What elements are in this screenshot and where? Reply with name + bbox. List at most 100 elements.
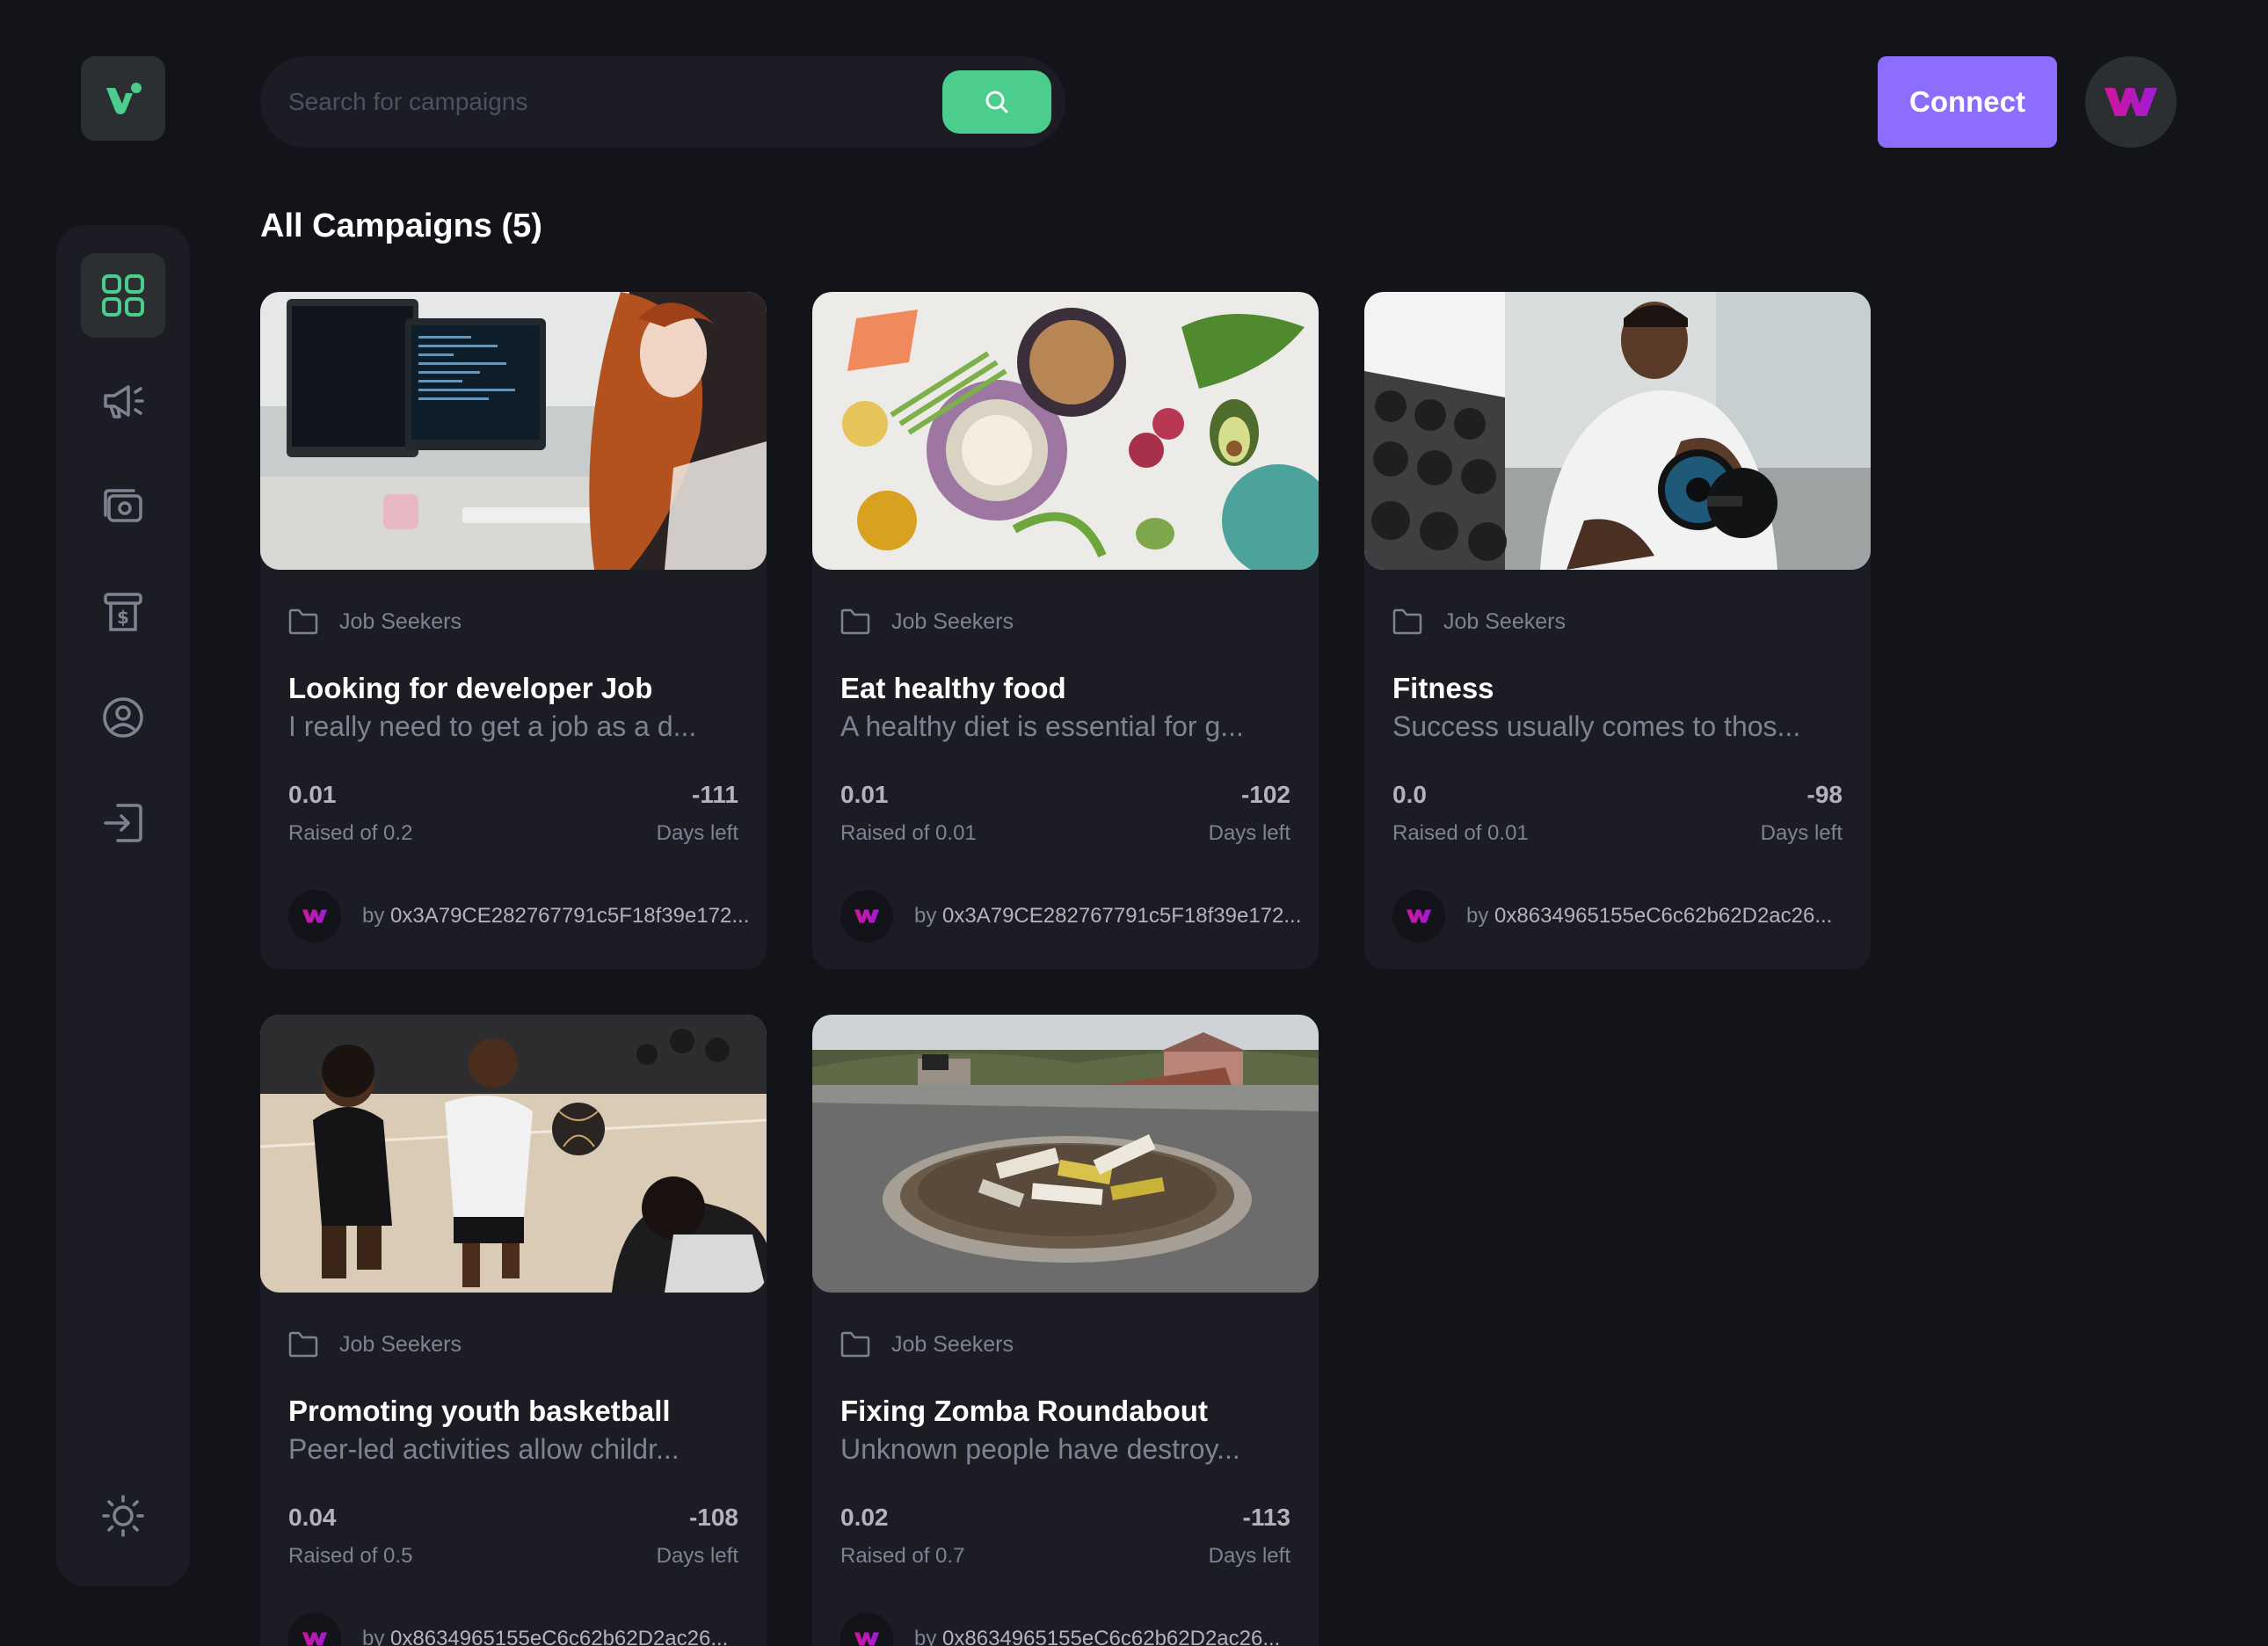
owner-row: by 0x3A79CE282767791c5F18f39e172... — [840, 890, 1301, 943]
connect-wallet-button[interactable]: Connect — [1878, 56, 2057, 148]
withdraw-money-icon: $ — [104, 593, 142, 631]
raised-amount: 0.01 — [840, 781, 889, 808]
svg-text:$: $ — [117, 607, 129, 628]
campaign-image — [1364, 292, 1871, 570]
folder-icon — [1392, 608, 1422, 635]
wallet-camera-icon — [104, 489, 142, 522]
owner-avatar — [840, 890, 893, 943]
folder-icon — [840, 608, 870, 635]
category-label: Job Seekers — [339, 608, 462, 634]
card-body: Job Seekers Eat healthy food A healthy d… — [812, 570, 1319, 969]
folder-icon — [288, 608, 318, 635]
campaign-image — [812, 292, 1319, 570]
category-label: Job Seekers — [891, 1331, 1014, 1357]
campaign-title: Fitness — [1392, 672, 1494, 704]
campaign-description: I really need to get a job as a d... — [288, 710, 697, 742]
app-root: $ Search for campaigns Connect All Campa… — [0, 0, 2268, 1646]
days-left-value: -111 — [692, 781, 738, 808]
folder-icon — [840, 1331, 870, 1358]
campaign-card[interactable]: Job Seekers Eat healthy food A healthy d… — [812, 292, 1319, 969]
days-left-label: Days left — [1208, 1544, 1290, 1568]
campaign-card[interactable]: Job Seekers Promoting youth basketball P… — [260, 1015, 767, 1646]
days-left-label: Days left — [1208, 821, 1290, 845]
campaign-title: Eat healthy food — [840, 672, 1066, 704]
search-bar — [260, 56, 1065, 148]
campaign-card[interactable]: Job Seekers Fixing Zomba Roundabout Unkn… — [812, 1015, 1319, 1646]
campaign-image — [260, 292, 767, 570]
dashboard-grid-icon — [102, 274, 144, 317]
search-icon — [985, 91, 1008, 113]
category-row: Job Seekers — [1392, 608, 1566, 635]
category-label: Job Seekers — [1443, 608, 1566, 634]
category-row: Job Seekers — [288, 608, 462, 635]
days-stat: -113 Days left — [1209, 1504, 1290, 1569]
raised-amount: 0.0 — [1392, 781, 1427, 808]
campaign-card[interactable]: Job Seekers Fitness Success usually come… — [1364, 292, 1871, 969]
brand-w-logo-icon — [2104, 88, 2157, 116]
days-left-label: Days left — [656, 821, 738, 845]
owner-text: by 0x8634965155eC6c62b62D2ac26... — [914, 1627, 1280, 1646]
raised-label: Raised of 0.01 — [1392, 821, 1529, 845]
sidebar-item-campaigns[interactable] — [81, 359, 165, 443]
theme-toggle[interactable] — [81, 1474, 165, 1558]
category-row: Job Seekers — [288, 1331, 462, 1358]
owner-address: 0x3A79CE282767791c5F18f39e172... — [942, 904, 1302, 928]
sidebar-item-withdraw[interactable]: $ — [81, 570, 165, 654]
days-stat: -98 Days left — [1761, 781, 1843, 846]
category-row: Job Seekers — [840, 608, 1014, 635]
raised-amount: 0.01 — [288, 781, 337, 808]
owner-text: by 0x3A79CE282767791c5F18f39e172... — [914, 904, 1301, 929]
logo-icon — [106, 83, 142, 114]
campaign-description: Peer-led activities allow childr... — [288, 1433, 680, 1465]
raised-label: Raised of 0.2 — [288, 821, 413, 845]
raised-stat: 0.01 Raised of 0.2 — [288, 781, 412, 846]
days-left-label: Days left — [656, 1544, 738, 1568]
page-title: All Campaigns (5) — [260, 208, 542, 244]
owner-by: by — [362, 1627, 385, 1646]
owner-row: by 0x8634965155eC6c62b62D2ac26... — [840, 1613, 1280, 1646]
sidebar-item-dashboard[interactable] — [81, 253, 165, 338]
sun-icon — [102, 1495, 144, 1537]
campaign-description: Unknown people have destroy... — [840, 1433, 1240, 1465]
raised-amount: 0.04 — [288, 1504, 337, 1531]
app-logo[interactable] — [81, 56, 165, 141]
days-stat: -102 Days left — [1209, 781, 1290, 846]
raised-stat: 0.02 Raised of 0.7 — [840, 1504, 964, 1569]
sidebar: $ — [56, 225, 190, 1586]
search-button[interactable] — [942, 70, 1051, 134]
sidebar-item-profile[interactable] — [81, 675, 165, 760]
owner-by: by — [914, 1627, 937, 1646]
raised-stat: 0.04 Raised of 0.5 — [288, 1504, 412, 1569]
profile-avatar[interactable] — [2085, 56, 2177, 148]
owner-by: by — [362, 904, 385, 928]
owner-address: 0x8634965155eC6c62b62D2ac26... — [942, 1627, 1281, 1646]
sidebar-item-logout[interactable] — [81, 781, 165, 865]
raised-stat: 0.0 Raised of 0.01 — [1392, 781, 1529, 846]
brand-w-logo-icon — [854, 909, 880, 923]
owner-row: by 0x3A79CE282767791c5F18f39e172... — [288, 890, 749, 943]
campaign-title: Promoting youth basketball — [288, 1395, 671, 1427]
owner-avatar — [288, 890, 341, 943]
campaign-image — [260, 1015, 767, 1293]
campaign-title: Looking for developer Job — [288, 672, 653, 704]
owner-address: 0x8634965155eC6c62b62D2ac26... — [1494, 904, 1833, 928]
owner-avatar — [288, 1613, 341, 1646]
campaign-card[interactable]: Job Seekers Looking for developer Job I … — [260, 292, 767, 969]
owner-text: by 0x8634965155eC6c62b62D2ac26... — [362, 1627, 728, 1646]
owner-row: by 0x8634965155eC6c62b62D2ac26... — [288, 1613, 728, 1646]
owner-address: 0x8634965155eC6c62b62D2ac26... — [390, 1627, 729, 1646]
days-stat: -111 Days left — [657, 781, 738, 846]
days-left-value: -108 — [688, 1504, 738, 1531]
category-label: Job Seekers — [891, 608, 1014, 634]
owner-by: by — [914, 904, 937, 928]
user-profile-icon — [103, 697, 143, 738]
logout-icon — [104, 804, 142, 842]
owner-address: 0x3A79CE282767791c5F18f39e172... — [390, 904, 750, 928]
folder-icon — [288, 1331, 318, 1358]
category-row: Job Seekers — [840, 1331, 1014, 1358]
card-body: Job Seekers Fitness Success usually come… — [1364, 570, 1871, 969]
sidebar-item-payment[interactable] — [81, 464, 165, 549]
brand-w-logo-icon — [302, 909, 328, 923]
raised-label: Raised of 0.7 — [840, 1544, 965, 1568]
campaign-title: Fixing Zomba Roundabout — [840, 1395, 1208, 1427]
